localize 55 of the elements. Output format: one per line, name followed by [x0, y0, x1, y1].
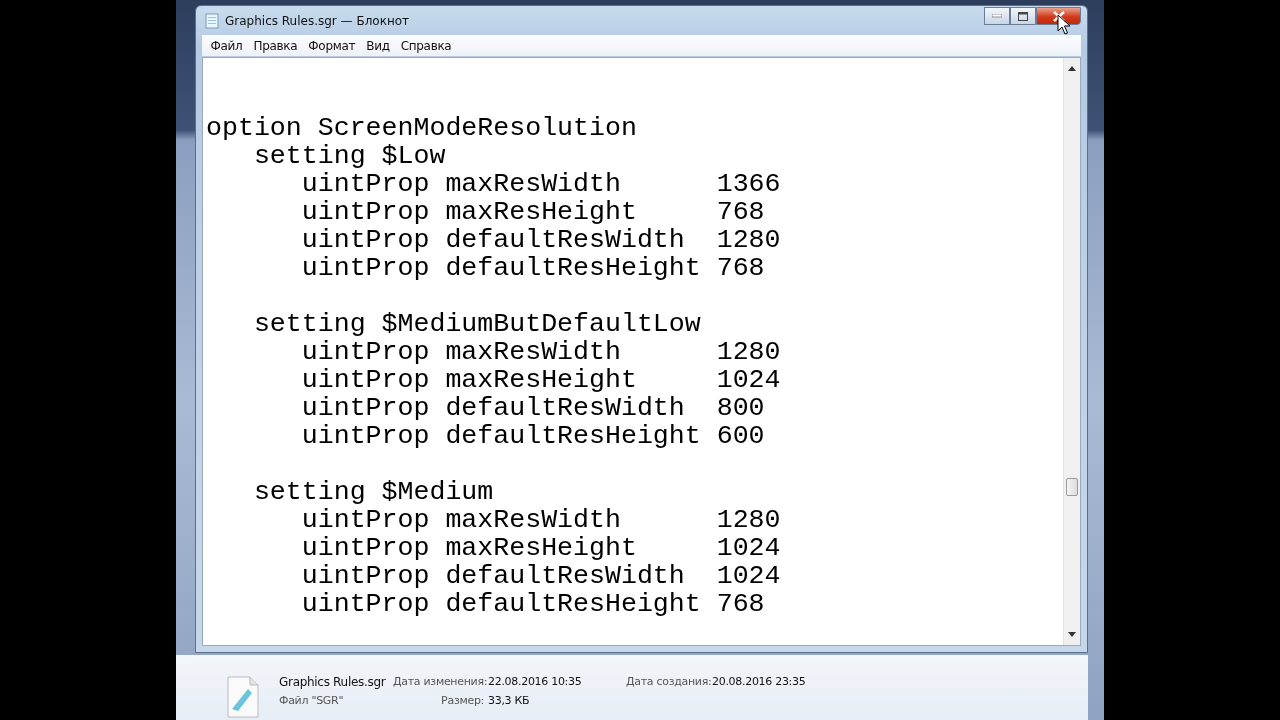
code-line: uintProp maxResWidth — [301, 338, 622, 366]
code-line: uintProp defaultResWidth — [301, 226, 686, 254]
code-value: 1280 — [716, 506, 781, 534]
scroll-down-icon[interactable] — [1068, 632, 1076, 637]
code-line: setting $Low — [252, 142, 447, 170]
detail-label: Дата создания: — [626, 675, 712, 690]
code-line: setting $MediumButDefaultLow — [252, 310, 702, 338]
code-value: 768 — [716, 198, 765, 226]
code-value: 600 — [716, 422, 765, 450]
code-value: 1280 — [716, 226, 781, 254]
code-value: 1024 — [716, 562, 781, 590]
notepad-icon — [205, 12, 219, 29]
detail-label: Размер: — [440, 694, 485, 709]
file-name: Graphics Rules.sgr — [279, 675, 387, 691]
code-line: uintProp defaultResWidth — [301, 562, 686, 590]
file-icon — [226, 675, 260, 719]
code-line: setting $Medium — [252, 478, 495, 506]
menu-item[interactable]: Вид — [360, 36, 396, 55]
menu-item[interactable]: Правка — [247, 36, 303, 55]
code-line: uintProp maxResWidth — [301, 506, 622, 534]
code-line: uintProp defaultResHeight — [301, 422, 702, 450]
code-line: uintProp maxResHeight — [301, 198, 638, 226]
code-line: uintProp maxResHeight — [301, 366, 638, 394]
detail-value: 22.08.2016 10:35 — [488, 675, 583, 690]
code-value: 1280 — [716, 338, 781, 366]
minimize-icon — [992, 14, 1002, 18]
code-value: 768 — [716, 254, 765, 282]
code-line: uintProp maxResWidth — [301, 170, 622, 198]
code-line: uintProp defaultResWidth — [301, 394, 686, 422]
code-line: uintProp defaultResHeight — [301, 254, 702, 282]
detail-label: Дата изменения: — [393, 675, 488, 690]
code-line: uintProp maxResHeight — [301, 534, 638, 562]
minimize-button[interactable] — [984, 7, 1010, 25]
menu-item[interactable]: Файл — [205, 36, 248, 55]
detail-value: 20.08.2016 23:35 — [712, 675, 806, 690]
maximize-icon — [1018, 11, 1028, 21]
menu-item[interactable]: Справка — [395, 36, 457, 55]
code-value: 1024 — [716, 366, 781, 394]
mouse-cursor-icon — [1057, 14, 1071, 36]
scroll-thumb[interactable] — [1066, 478, 1078, 496]
maximize-button[interactable] — [1010, 7, 1036, 25]
file-type: Файл "SGR" — [279, 694, 345, 709]
close-icon — [1052, 10, 1065, 22]
code-value: 1366 — [716, 170, 781, 198]
detail-value: 33,3 КБ — [488, 694, 531, 709]
menu-item[interactable]: Формат — [302, 36, 361, 55]
scroll-up-icon[interactable] — [1068, 66, 1076, 71]
vertical-scrollbar[interactable] — [1063, 58, 1080, 645]
code-line: option ScreenModeResolution — [206, 114, 638, 142]
window-title: Graphics Rules.sgr — Блокнот — [225, 13, 410, 28]
code-line: uintProp defaultResHeight — [301, 590, 702, 618]
code-value: 768 — [716, 590, 765, 618]
close-button[interactable] — [1036, 7, 1081, 25]
code-value: 1024 — [716, 534, 781, 562]
code-value: 800 — [716, 394, 765, 422]
